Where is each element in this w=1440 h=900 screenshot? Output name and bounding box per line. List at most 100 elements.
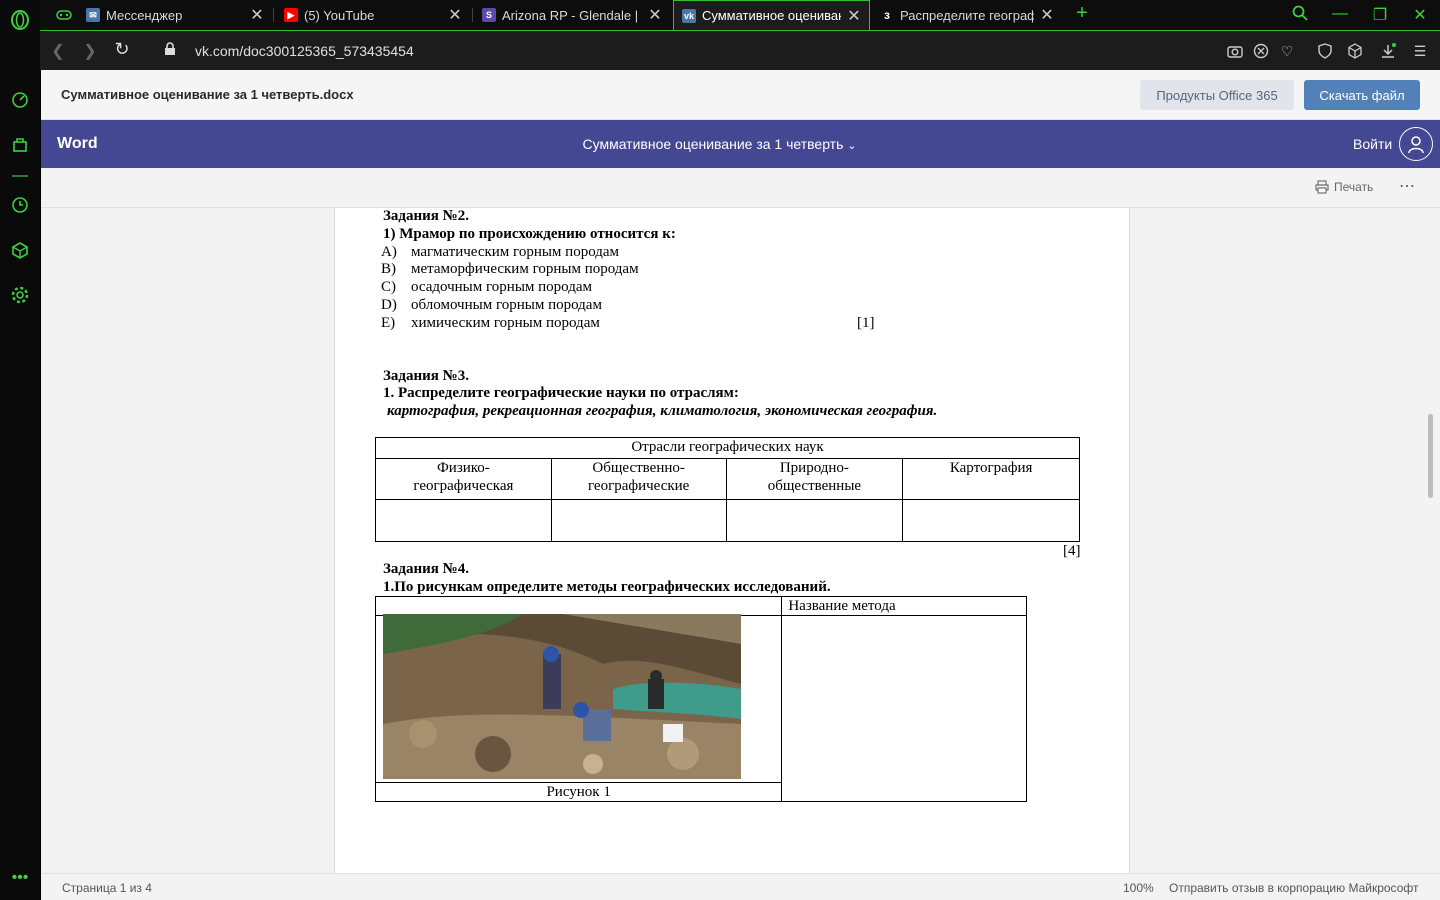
file-title: Суммативное оценивание за 1 четверть.doc… — [61, 87, 354, 102]
option-letter: E) — [381, 315, 396, 331]
tab-znanija[interactable]: з Распределите географические науки ✕ — [872, 0, 1062, 30]
sign-in-link[interactable]: Войти — [1353, 136, 1392, 152]
table-cell — [902, 499, 1080, 542]
extensions-cube-icon[interactable] — [1346, 42, 1364, 60]
close-icon[interactable]: ✕ — [250, 5, 264, 25]
vk-doc-header: Суммативное оценивание за 1 четверть.doc… — [41, 70, 1440, 120]
store-icon[interactable] — [9, 134, 31, 156]
table-cell — [550, 499, 727, 542]
close-icon[interactable]: ✕ — [1040, 5, 1054, 25]
option-text: химическим горным породам — [411, 315, 600, 331]
tab-messenger[interactable]: ✉ Мессенджер ✕ — [78, 0, 272, 30]
task3-score: [4] — [1063, 543, 1081, 559]
document-page: Задания №2. 1) Мрамор по происхождению о… — [334, 208, 1130, 873]
more-options-icon[interactable]: ⋯ — [1399, 176, 1415, 196]
tab-title: Мессенджер — [106, 7, 183, 23]
page-indicator: Страница 1 из 4 — [62, 881, 152, 895]
col-line: Общественно- — [592, 460, 685, 476]
col-line: Физико- — [436, 460, 490, 476]
word-header: Word Суммативное оценивание за 1 четверт… — [41, 120, 1440, 168]
snapshot-camera-icon[interactable] — [1226, 42, 1244, 60]
opera-sidebar: ••• — [0, 0, 40, 900]
option-letter: C) — [381, 279, 396, 295]
print-label: Печать — [1334, 180, 1374, 194]
task2-title: Задания №2. — [383, 208, 469, 224]
tab-divider — [472, 8, 473, 22]
chevron-down-icon: ⌄ — [847, 140, 857, 152]
forward-icon[interactable]: ❯ — [80, 41, 100, 61]
download-file-button[interactable]: Скачать файл — [1304, 80, 1420, 110]
tab-summative[interactable]: vk Суммативное оценивание за 1 четверть … — [673, 0, 870, 30]
zoom-level[interactable]: 100% — [1123, 881, 1154, 895]
back-icon[interactable]: ❮ — [48, 41, 68, 61]
download-icon[interactable] — [1379, 42, 1397, 60]
adblock-icon[interactable] — [1252, 42, 1270, 60]
office-products-button[interactable]: Продукты Office 365 — [1140, 80, 1294, 110]
close-icon[interactable]: ✕ — [847, 6, 861, 26]
lock-icon — [160, 42, 180, 59]
gaming-tab-icon[interactable] — [48, 0, 78, 30]
col-line: географические — [587, 478, 690, 494]
heart-icon[interactable]: ♡ — [1278, 42, 1296, 60]
avatar[interactable] — [1399, 127, 1433, 161]
scrollbar-thumb[interactable] — [1428, 414, 1433, 498]
settings-gear-icon[interactable] — [9, 284, 31, 306]
option-letter: B) — [381, 261, 396, 277]
tab-title: Распределите географические науки — [900, 7, 1034, 23]
method-name-header: Название метода — [781, 596, 1027, 616]
printer-icon — [1315, 180, 1329, 194]
table-column-header: Природно-общественные — [725, 458, 904, 500]
new-tab-icon[interactable]: + — [1072, 2, 1092, 25]
web-page: Суммативное оценивание за 1 четверть.doc… — [41, 70, 1440, 900]
task3-question: 1. Распределите географические науки по … — [383, 385, 739, 401]
close-icon[interactable]: ✕ — [448, 5, 462, 25]
document-title-dropdown[interactable]: Суммативное оценивание за 1 четверть ⌄ — [41, 136, 1398, 152]
table-column-header: Картография — [902, 458, 1080, 500]
opera-logo-icon[interactable] — [9, 9, 31, 31]
tab-arizona[interactable]: S Arizona RP - Glendale | SAMP ✕ — [474, 0, 670, 30]
youtube-icon: ▶ — [284, 8, 298, 22]
tab-title: Arizona RP - Glendale | SAMP — [502, 7, 642, 23]
sidebar-more-icon[interactable]: ••• — [9, 867, 31, 889]
speed-dial-icon[interactable] — [9, 89, 31, 111]
table-cell — [375, 499, 552, 542]
close-icon[interactable]: ✕ — [648, 5, 662, 25]
option-text: обломочным горным породам — [411, 297, 602, 313]
restore-icon[interactable]: ❐ — [1370, 5, 1390, 25]
task4-title: Задания №4. — [383, 561, 469, 577]
table-column-header: Общественно-географические — [550, 458, 727, 500]
document-viewport[interactable]: Задания №2. 1) Мрамор по происхождению о… — [41, 208, 1440, 873]
easy-setup-menu-icon[interactable]: ☰ — [1411, 42, 1429, 60]
sciences-table: Отрасли географических наук Физико-геогр… — [375, 437, 1080, 542]
znanija-icon: з — [880, 8, 894, 22]
tab-youtube[interactable]: ▶ (5) YouTube ✕ — [276, 0, 470, 30]
table-cell — [725, 499, 904, 542]
task4-question: 1.По рисункам определите методы географи… — [383, 579, 831, 595]
option-letter: D) — [381, 297, 397, 313]
tab-bar: ✉ Мессенджер ✕ ▶ (5) YouTube ✕ S Arizona… — [40, 0, 1440, 30]
window-close-icon[interactable]: ✕ — [1410, 5, 1430, 25]
address-bar: ❮ ❯ ↻ vk.com/doc300125365_573435454 ♡ ☰ — [40, 30, 1440, 70]
sidebar-divider — [12, 175, 28, 177]
tab-title: (5) YouTube — [304, 7, 375, 23]
table-cell — [374, 596, 783, 616]
option-text: метаморфическим горным породам — [411, 261, 639, 277]
feedback-link[interactable]: Отправить отзыв в корпорацию Майкрософт — [1169, 881, 1418, 895]
history-icon[interactable] — [9, 194, 31, 216]
task2-score: [1] — [857, 315, 875, 331]
reload-icon[interactable]: ↻ — [112, 39, 132, 60]
tab-title: Суммативное оценивание за 1 четверть — [702, 8, 841, 23]
col-line: общественные — [767, 478, 862, 494]
vpn-shield-icon[interactable] — [1316, 42, 1334, 60]
task3-title: Задания №3. — [383, 368, 469, 384]
url-field[interactable]: vk.com/doc300125365_573435454 — [195, 43, 414, 59]
col-line: Природно- — [779, 460, 849, 476]
extensions-icon[interactable] — [9, 239, 31, 261]
minimize-icon[interactable]: — — [1330, 5, 1350, 23]
task2-question: 1) Мрамор по происхождению относится к: — [383, 226, 676, 242]
print-button[interactable]: Печать — [1315, 180, 1373, 194]
search-tabs-icon[interactable] — [1290, 5, 1310, 26]
method-answer-cell — [781, 615, 1027, 802]
table-column-header: Физико-географическая — [375, 458, 552, 500]
arizona-icon: S — [482, 8, 496, 22]
